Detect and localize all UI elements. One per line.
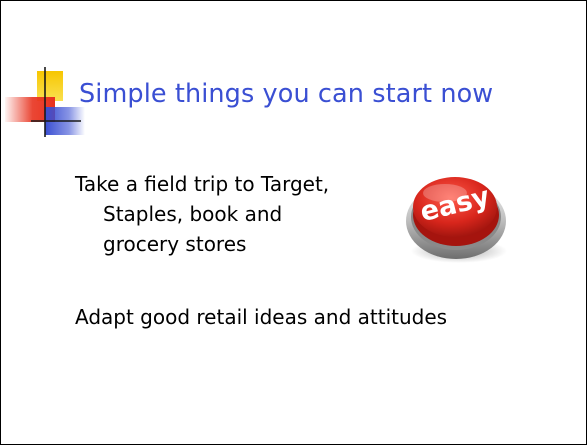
bullet-adapt-ideas: Adapt good retail ideas and attitudes — [75, 302, 447, 332]
bullet-line: Staples, book and — [103, 202, 283, 226]
title-decoration-icon — [5, 67, 85, 137]
bullet-line: Adapt good retail ideas and attitudes — [75, 305, 448, 329]
easy-button-image: easy — [406, 177, 507, 263]
slide: Simple things you can start now Take a f… — [0, 0, 587, 445]
bullet-line: Take a field trip to Target, — [75, 172, 330, 196]
slide-title: Simple things you can start now — [79, 79, 494, 109]
bullet-line: grocery stores — [103, 232, 247, 256]
bullet-field-trip: Take a field trip to Target, Staples, bo… — [75, 169, 329, 259]
